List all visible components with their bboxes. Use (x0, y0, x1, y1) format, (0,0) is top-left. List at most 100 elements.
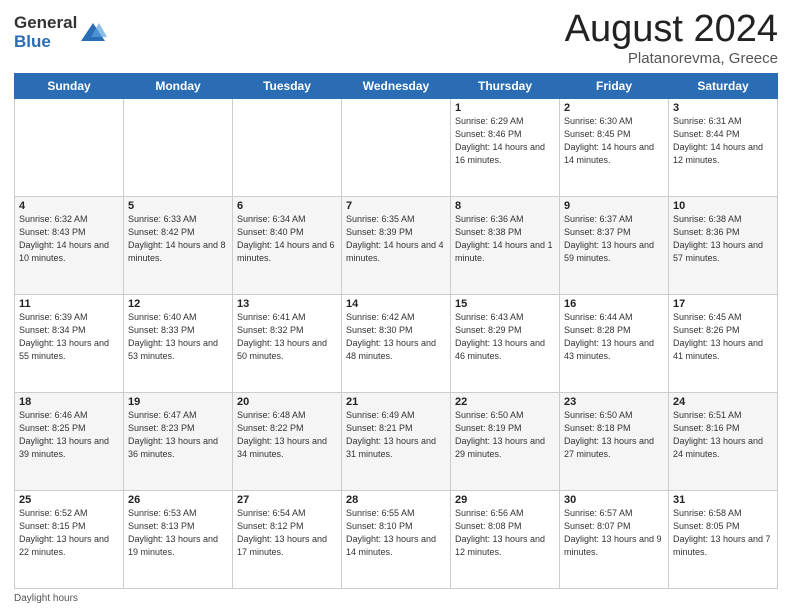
header-friday: Friday (560, 74, 669, 99)
cell-info: Sunrise: 6:58 AM Sunset: 8:05 PM Dayligh… (673, 507, 773, 559)
day-number: 15 (455, 298, 555, 310)
day-number: 4 (19, 200, 119, 212)
header-monday: Monday (124, 74, 233, 99)
day-number: 5 (128, 200, 228, 212)
table-row: 12Sunrise: 6:40 AM Sunset: 8:33 PM Dayli… (124, 295, 233, 393)
table-row (233, 99, 342, 197)
cell-info: Sunrise: 6:56 AM Sunset: 8:08 PM Dayligh… (455, 507, 555, 559)
cell-info: Sunrise: 6:39 AM Sunset: 8:34 PM Dayligh… (19, 311, 119, 363)
day-number: 9 (564, 200, 664, 212)
cell-info: Sunrise: 6:53 AM Sunset: 8:13 PM Dayligh… (128, 507, 228, 559)
location-subtitle: Platanorevma, Greece (565, 50, 778, 67)
day-number: 29 (455, 494, 555, 506)
cell-info: Sunrise: 6:31 AM Sunset: 8:44 PM Dayligh… (673, 115, 773, 167)
cell-info: Sunrise: 6:54 AM Sunset: 8:12 PM Dayligh… (237, 507, 337, 559)
logo: General Blue (14, 14, 107, 51)
table-row: 11Sunrise: 6:39 AM Sunset: 8:34 PM Dayli… (15, 295, 124, 393)
table-row: 6Sunrise: 6:34 AM Sunset: 8:40 PM Daylig… (233, 197, 342, 295)
table-row: 5Sunrise: 6:33 AM Sunset: 8:42 PM Daylig… (124, 197, 233, 295)
table-row: 7Sunrise: 6:35 AM Sunset: 8:39 PM Daylig… (342, 197, 451, 295)
day-number: 27 (237, 494, 337, 506)
footer-note: Daylight hours (14, 593, 778, 604)
header-saturday: Saturday (669, 74, 778, 99)
cell-info: Sunrise: 6:50 AM Sunset: 8:19 PM Dayligh… (455, 409, 555, 461)
cell-info: Sunrise: 6:30 AM Sunset: 8:45 PM Dayligh… (564, 115, 664, 167)
table-row: 17Sunrise: 6:45 AM Sunset: 8:26 PM Dayli… (669, 295, 778, 393)
cell-info: Sunrise: 6:29 AM Sunset: 8:46 PM Dayligh… (455, 115, 555, 167)
cell-info: Sunrise: 6:52 AM Sunset: 8:15 PM Dayligh… (19, 507, 119, 559)
cell-info: Sunrise: 6:40 AM Sunset: 8:33 PM Dayligh… (128, 311, 228, 363)
logo-text: General Blue (14, 14, 77, 51)
table-row: 23Sunrise: 6:50 AM Sunset: 8:18 PM Dayli… (560, 393, 669, 491)
day-number: 3 (673, 102, 773, 114)
table-row (124, 99, 233, 197)
month-year-title: August 2024 (565, 10, 778, 48)
calendar-header-row: Sunday Monday Tuesday Wednesday Thursday… (15, 74, 778, 99)
logo-general: General (14, 14, 77, 33)
day-number: 14 (346, 298, 446, 310)
day-number: 25 (19, 494, 119, 506)
table-row: 10Sunrise: 6:38 AM Sunset: 8:36 PM Dayli… (669, 197, 778, 295)
calendar-week-2: 4Sunrise: 6:32 AM Sunset: 8:43 PM Daylig… (15, 197, 778, 295)
day-number: 16 (564, 298, 664, 310)
table-row: 15Sunrise: 6:43 AM Sunset: 8:29 PM Dayli… (451, 295, 560, 393)
cell-info: Sunrise: 6:33 AM Sunset: 8:42 PM Dayligh… (128, 213, 228, 265)
calendar-week-5: 25Sunrise: 6:52 AM Sunset: 8:15 PM Dayli… (15, 491, 778, 589)
cell-info: Sunrise: 6:35 AM Sunset: 8:39 PM Dayligh… (346, 213, 446, 265)
cell-info: Sunrise: 6:51 AM Sunset: 8:16 PM Dayligh… (673, 409, 773, 461)
day-number: 8 (455, 200, 555, 212)
table-row (15, 99, 124, 197)
cell-info: Sunrise: 6:41 AM Sunset: 8:32 PM Dayligh… (237, 311, 337, 363)
table-row: 2Sunrise: 6:30 AM Sunset: 8:45 PM Daylig… (560, 99, 669, 197)
calendar-week-3: 11Sunrise: 6:39 AM Sunset: 8:34 PM Dayli… (15, 295, 778, 393)
day-number: 24 (673, 396, 773, 408)
table-row: 30Sunrise: 6:57 AM Sunset: 8:07 PM Dayli… (560, 491, 669, 589)
day-number: 13 (237, 298, 337, 310)
cell-info: Sunrise: 6:42 AM Sunset: 8:30 PM Dayligh… (346, 311, 446, 363)
cell-info: Sunrise: 6:43 AM Sunset: 8:29 PM Dayligh… (455, 311, 555, 363)
table-row: 18Sunrise: 6:46 AM Sunset: 8:25 PM Dayli… (15, 393, 124, 491)
cell-info: Sunrise: 6:46 AM Sunset: 8:25 PM Dayligh… (19, 409, 119, 461)
table-row: 20Sunrise: 6:48 AM Sunset: 8:22 PM Dayli… (233, 393, 342, 491)
calendar-week-4: 18Sunrise: 6:46 AM Sunset: 8:25 PM Dayli… (15, 393, 778, 491)
cell-info: Sunrise: 6:34 AM Sunset: 8:40 PM Dayligh… (237, 213, 337, 265)
day-number: 26 (128, 494, 228, 506)
table-row: 29Sunrise: 6:56 AM Sunset: 8:08 PM Dayli… (451, 491, 560, 589)
table-row: 31Sunrise: 6:58 AM Sunset: 8:05 PM Dayli… (669, 491, 778, 589)
logo-icon (79, 19, 107, 47)
title-area: August 2024 Platanorevma, Greece (565, 10, 778, 67)
table-row: 9Sunrise: 6:37 AM Sunset: 8:37 PM Daylig… (560, 197, 669, 295)
day-number: 6 (237, 200, 337, 212)
table-row: 13Sunrise: 6:41 AM Sunset: 8:32 PM Dayli… (233, 295, 342, 393)
cell-info: Sunrise: 6:38 AM Sunset: 8:36 PM Dayligh… (673, 213, 773, 265)
day-number: 20 (237, 396, 337, 408)
table-row: 27Sunrise: 6:54 AM Sunset: 8:12 PM Dayli… (233, 491, 342, 589)
calendar-week-1: 1Sunrise: 6:29 AM Sunset: 8:46 PM Daylig… (15, 99, 778, 197)
table-row: 25Sunrise: 6:52 AM Sunset: 8:15 PM Dayli… (15, 491, 124, 589)
day-number: 7 (346, 200, 446, 212)
table-row: 22Sunrise: 6:50 AM Sunset: 8:19 PM Dayli… (451, 393, 560, 491)
cell-info: Sunrise: 6:44 AM Sunset: 8:28 PM Dayligh… (564, 311, 664, 363)
day-number: 30 (564, 494, 664, 506)
cell-info: Sunrise: 6:50 AM Sunset: 8:18 PM Dayligh… (564, 409, 664, 461)
table-row: 26Sunrise: 6:53 AM Sunset: 8:13 PM Dayli… (124, 491, 233, 589)
table-row: 4Sunrise: 6:32 AM Sunset: 8:43 PM Daylig… (15, 197, 124, 295)
day-number: 31 (673, 494, 773, 506)
table-row: 24Sunrise: 6:51 AM Sunset: 8:16 PM Dayli… (669, 393, 778, 491)
cell-info: Sunrise: 6:36 AM Sunset: 8:38 PM Dayligh… (455, 213, 555, 265)
table-row: 8Sunrise: 6:36 AM Sunset: 8:38 PM Daylig… (451, 197, 560, 295)
daylight-label: Daylight hours (14, 593, 78, 604)
table-row: 21Sunrise: 6:49 AM Sunset: 8:21 PM Dayli… (342, 393, 451, 491)
day-number: 22 (455, 396, 555, 408)
table-row: 19Sunrise: 6:47 AM Sunset: 8:23 PM Dayli… (124, 393, 233, 491)
day-number: 1 (455, 102, 555, 114)
header-thursday: Thursday (451, 74, 560, 99)
cell-info: Sunrise: 6:47 AM Sunset: 8:23 PM Dayligh… (128, 409, 228, 461)
day-number: 11 (19, 298, 119, 310)
table-row: 1Sunrise: 6:29 AM Sunset: 8:46 PM Daylig… (451, 99, 560, 197)
calendar-table: Sunday Monday Tuesday Wednesday Thursday… (14, 73, 778, 589)
day-number: 12 (128, 298, 228, 310)
cell-info: Sunrise: 6:57 AM Sunset: 8:07 PM Dayligh… (564, 507, 664, 559)
header-wednesday: Wednesday (342, 74, 451, 99)
header-sunday: Sunday (15, 74, 124, 99)
